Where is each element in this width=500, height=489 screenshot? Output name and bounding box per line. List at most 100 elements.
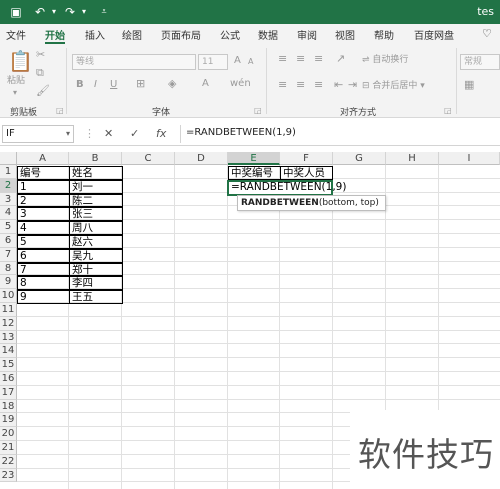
tab-view[interactable]: 视图 <box>335 27 355 42</box>
font-color-icon[interactable]: A <box>202 77 209 91</box>
cell-a5[interactable]: 4 <box>17 221 70 235</box>
decrease-indent-icon[interactable]: ⇤ <box>334 78 343 92</box>
alignment-launcher-icon[interactable]: ◲ <box>444 104 452 118</box>
tab-file[interactable]: 文件 <box>6 27 26 42</box>
phonetic-icon[interactable]: wén <box>230 77 251 91</box>
cell-b3[interactable]: 陈二 <box>69 193 123 208</box>
column-header-d[interactable]: D <box>175 152 228 165</box>
align-center-icon[interactable]: ≡ <box>296 78 305 92</box>
undo-dropdown-icon[interactable]: ▾ <box>46 4 62 20</box>
function-tooltip[interactable]: RANDBETWEEN(bottom, top) <box>237 195 386 211</box>
cell-b10[interactable]: 王五 <box>69 290 123 304</box>
cell-b6[interactable]: 赵六 <box>69 235 123 249</box>
format-painter-icon[interactable]: 🖌 <box>36 84 50 98</box>
cell-b4[interactable]: 张三 <box>69 207 123 222</box>
font-size-select[interactable]: 11 <box>198 54 228 70</box>
increase-font-icon[interactable]: A <box>234 54 241 68</box>
fill-color-icon[interactable]: ◈ <box>168 77 176 91</box>
align-right-icon[interactable]: ≡ <box>314 78 323 92</box>
italic-button[interactable]: I <box>94 78 97 92</box>
paste-dropdown-icon[interactable]: ▾ <box>13 86 17 100</box>
row-header-17[interactable]: 17 <box>0 385 17 400</box>
row-header-10[interactable]: 10 <box>0 289 17 303</box>
customize-toolbar-icon[interactable]: ⩡ <box>96 4 112 20</box>
borders-icon[interactable]: ⊞ <box>136 77 145 91</box>
underline-button[interactable]: U <box>110 78 117 92</box>
redo-dropdown-icon[interactable]: ▾ <box>76 4 92 20</box>
cell-a2[interactable]: 1 <box>17 179 70 194</box>
align-bottom-icon[interactable]: ≡ <box>314 52 323 66</box>
row-header-13[interactable]: 13 <box>0 330 17 345</box>
formula-input[interactable]: =RANDBETWEEN(1,9) <box>180 125 498 143</box>
merge-center-button[interactable]: ⊟ 合并后居中 ▾ <box>362 79 425 93</box>
column-header-g[interactable]: G <box>333 152 386 165</box>
row-header-12[interactable]: 12 <box>0 316 17 331</box>
cell-b9[interactable]: 李四 <box>69 276 123 291</box>
cell-a4[interactable]: 3 <box>17 207 70 222</box>
tab-insert[interactable]: 插入 <box>85 27 105 42</box>
row-header-7[interactable]: 7 <box>0 247 17 262</box>
number-format-select[interactable]: 常规 <box>460 54 500 70</box>
column-header-c[interactable]: C <box>122 152 175 165</box>
lightbulb-icon[interactable]: ♡ <box>482 27 492 40</box>
column-header-e[interactable]: E <box>228 152 280 165</box>
row-header-9[interactable]: 9 <box>0 275 17 290</box>
tab-page-layout[interactable]: 页面布局 <box>161 27 201 42</box>
row-header-14[interactable]: 14 <box>0 344 17 359</box>
row-header-16[interactable]: 16 <box>0 372 17 386</box>
cell-a9[interactable]: 8 <box>17 276 70 291</box>
row-header-20[interactable]: 20 <box>0 427 17 441</box>
decrease-font-icon[interactable]: A <box>248 55 253 69</box>
tab-help[interactable]: 帮助 <box>374 27 394 42</box>
active-cell-e2[interactable]: =RANDBETWEEN(1,9) <box>227 180 346 196</box>
cell-f1[interactable]: 中奖人员 <box>280 166 333 180</box>
save-icon[interactable]: ▣ <box>8 4 24 20</box>
row-header-6[interactable]: 6 <box>0 234 17 248</box>
tab-home[interactable]: 开始 <box>45 27 65 44</box>
row-header-2[interactable]: 2 <box>0 178 17 193</box>
orientation-icon[interactable]: ↗ <box>336 52 345 66</box>
cell-a10[interactable]: 9 <box>17 290 70 304</box>
cell-a7[interactable]: 6 <box>17 248 70 263</box>
tab-formulas[interactable]: 公式 <box>220 27 240 42</box>
cell-a3[interactable]: 2 <box>17 193 70 208</box>
tab-baidu-netdisk[interactable]: 百度网盘 <box>414 27 454 42</box>
font-name-select[interactable]: 等线 <box>72 54 196 70</box>
align-top-icon[interactable]: ≡ <box>278 52 287 66</box>
row-header-4[interactable]: 4 <box>0 206 17 221</box>
row-header-15[interactable]: 15 <box>0 358 17 372</box>
cell-e1[interactable]: 中奖编号 <box>228 166 281 180</box>
cell-a6[interactable]: 5 <box>17 235 70 249</box>
row-header-1[interactable]: 1 <box>0 165 17 179</box>
cell-e2-editing-formula[interactable]: =RANDBETWEEN(1,9) <box>229 181 346 195</box>
row-header-19[interactable]: 19 <box>0 413 17 428</box>
tab-draw[interactable]: 绘图 <box>122 27 142 42</box>
cell-a8[interactable]: 7 <box>17 262 70 277</box>
row-header-11[interactable]: 11 <box>0 303 17 317</box>
select-all-corner[interactable] <box>0 152 17 165</box>
cell-b2[interactable]: 刘一 <box>69 179 123 194</box>
row-header-22[interactable]: 22 <box>0 454 17 469</box>
row-header-23[interactable]: 23 <box>0 468 17 483</box>
enter-icon[interactable]: ✓ <box>130 127 139 140</box>
cell-b5[interactable]: 周八 <box>69 221 123 235</box>
wrap-text-button[interactable]: ⇌ 自动换行 <box>362 53 408 67</box>
currency-icon[interactable]: ▦ <box>464 78 474 92</box>
tooltip-function-name[interactable]: RANDBETWEEN <box>241 198 319 208</box>
cell-a1[interactable]: 编号 <box>17 166 70 180</box>
name-box-dropdown-icon[interactable]: ▾ <box>66 126 70 142</box>
column-header-f[interactable]: F <box>280 152 333 165</box>
insert-function-icon[interactable]: fx <box>156 127 166 140</box>
cell-b8[interactable]: 郑十 <box>69 262 123 277</box>
clipboard-launcher-icon[interactable]: ◲ <box>56 104 64 118</box>
cut-icon[interactable]: ✂ <box>36 48 45 62</box>
copy-icon[interactable]: ⧉ <box>36 66 44 80</box>
row-header-21[interactable]: 21 <box>0 441 17 455</box>
cell-b1[interactable]: 姓名 <box>69 166 123 180</box>
row-header-3[interactable]: 3 <box>0 192 17 207</box>
align-middle-icon[interactable]: ≡ <box>296 52 305 66</box>
name-box[interactable]: IF ▾ <box>2 125 74 143</box>
font-launcher-icon[interactable]: ◲ <box>254 104 262 118</box>
row-header-8[interactable]: 8 <box>0 261 17 276</box>
column-header-h[interactable]: H <box>386 152 439 165</box>
